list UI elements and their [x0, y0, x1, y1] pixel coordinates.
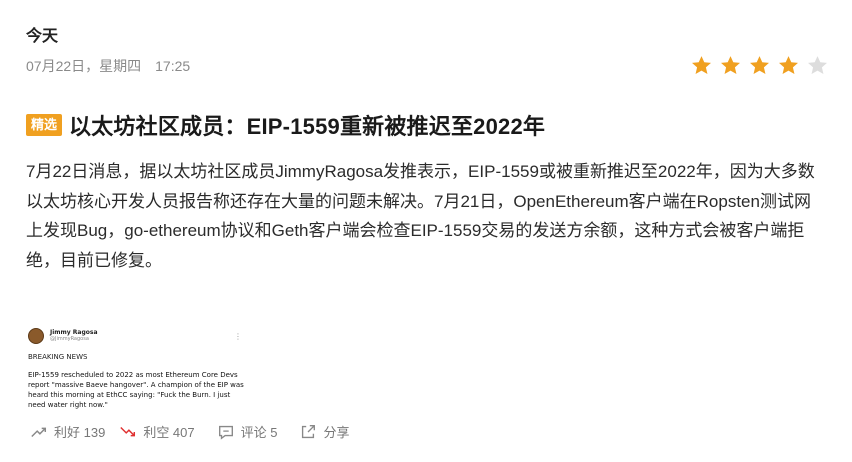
star-icon [750, 56, 769, 75]
action-bar: 利好 139 利空 407 评论 5 分享 [30, 422, 349, 441]
bullish-button[interactable]: 利好 139 [30, 422, 105, 441]
star-icon [721, 56, 740, 75]
star-icon [779, 56, 798, 75]
date-time: 07月22日，星期四 17:25 [26, 58, 191, 74]
tweet-author: Jimmy Ragosa @JimmyRagosa [50, 329, 98, 343]
share-label: 分享 [323, 425, 350, 440]
share-icon [302, 424, 316, 438]
tweet-text: EIP-1559 rescheduled to 2022 as most Eth… [28, 371, 244, 409]
star-empty-icon [808, 56, 827, 75]
star-icon [692, 56, 711, 75]
rating-stars [690, 54, 829, 77]
more-icon: ⋮ [234, 331, 242, 341]
featured-badge: 精选 [26, 114, 63, 136]
comment-button[interactable]: 评论 5 [217, 422, 278, 441]
tweet-author-name: Jimmy Ragosa [50, 329, 98, 336]
article-title-row[interactable]: 精选 以太坊社区成员：EIP-1559重新被推迟至2022年 [26, 109, 545, 141]
bearish-button[interactable]: 利空 407 [119, 422, 195, 441]
article-title[interactable]: 以太坊社区成员：EIP-1559重新被推迟至2022年 [69, 109, 545, 141]
tweet-header: Jimmy Ragosa @JimmyRagosa ⋮ [28, 328, 246, 344]
bullish-count: 利好 139 [54, 425, 106, 440]
comment-icon [218, 425, 233, 440]
tweet-breaking-label: BREAKING NEWS [28, 353, 88, 361]
trend-up-icon [31, 427, 47, 437]
share-button[interactable]: 分享 [299, 422, 349, 441]
tweet-author-handle: @JimmyRagosa [50, 336, 89, 342]
bearish-count: 利空 407 [143, 425, 195, 440]
day-label: 今天 [26, 28, 59, 45]
article-body: 7月22日消息，据以太坊社区成员JimmyRagosa发推表示，EIP-1559… [26, 162, 815, 270]
tweet-screenshot-image[interactable]: Jimmy Ragosa @JimmyRagosa ⋮ BREAKING NEW… [26, 322, 246, 412]
avatar [28, 328, 44, 344]
comment-count: 评论 5 [240, 425, 278, 440]
trend-down-icon [120, 426, 136, 436]
